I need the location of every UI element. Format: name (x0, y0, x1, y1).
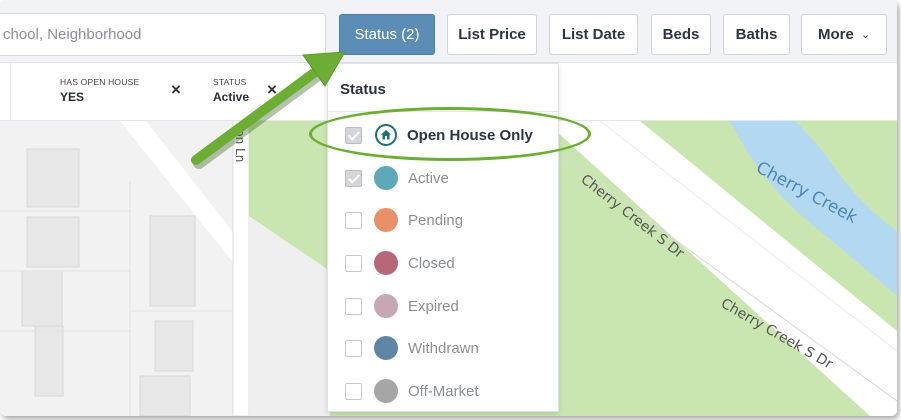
chip-label-status: STATUS (213, 77, 247, 87)
status-option-active[interactable]: Active (345, 163, 555, 193)
checkbox[interactable] (345, 339, 362, 357)
option-label: Active (408, 169, 449, 187)
status-option-withdrawn[interactable]: Withdrawn (345, 333, 555, 363)
search-box[interactable] (0, 13, 326, 56)
option-label: Withdrawn (408, 339, 479, 357)
option-label: Expired (408, 297, 459, 315)
chip-value-status: Active (213, 90, 250, 104)
status-option-off-market[interactable]: Off-Market (345, 376, 555, 406)
beds-button[interactable]: Beds (651, 14, 711, 55)
lane-label: son Ln (233, 123, 247, 162)
checkbox[interactable] (345, 382, 362, 400)
more-button[interactable]: More ⌄ (801, 14, 887, 55)
chip-label-open-house: HAS OPEN HOUSE (60, 77, 140, 87)
status-option-closed[interactable]: Closed (345, 248, 555, 278)
baths-button[interactable]: Baths (723, 14, 790, 55)
checkbox[interactable] (345, 169, 362, 187)
highlight-ellipse (309, 107, 591, 161)
list-date-button[interactable]: List Date (549, 14, 638, 55)
divider (10, 63, 11, 120)
status-option-expired[interactable]: Expired (345, 291, 555, 321)
app-window: Cherry Creek S Dr Cherry Creek S Dr Cher… (0, 0, 897, 416)
remove-open-house-filter-icon[interactable]: × (171, 80, 181, 100)
status-color-dot (374, 208, 398, 232)
status-color-dot (374, 336, 398, 360)
search-input[interactable] (0, 14, 325, 55)
status-filter-button[interactable]: Status (2) (339, 14, 435, 55)
list-price-button[interactable]: List Price (447, 14, 537, 55)
option-label: Closed (408, 254, 455, 272)
checkbox[interactable] (345, 297, 362, 315)
remove-status-filter-icon[interactable]: × (267, 80, 277, 100)
filter-toolbar: Status (2) List Price List Date Beds Bat… (0, 0, 897, 63)
status-color-dot (374, 251, 398, 275)
status-color-dot (374, 379, 398, 403)
chip-value-open-house: YES (60, 90, 85, 104)
checkbox[interactable] (345, 211, 362, 229)
more-label: More (817, 26, 854, 43)
chevron-down-icon: ⌄ (860, 29, 871, 41)
dropdown-title: Status (340, 81, 386, 98)
status-option-pending[interactable]: Pending (345, 205, 555, 235)
status-color-dot (374, 166, 398, 190)
option-label: Off-Market (408, 382, 479, 400)
checkbox[interactable] (345, 254, 362, 272)
option-label: Pending (408, 211, 464, 229)
status-color-dot (374, 294, 398, 318)
